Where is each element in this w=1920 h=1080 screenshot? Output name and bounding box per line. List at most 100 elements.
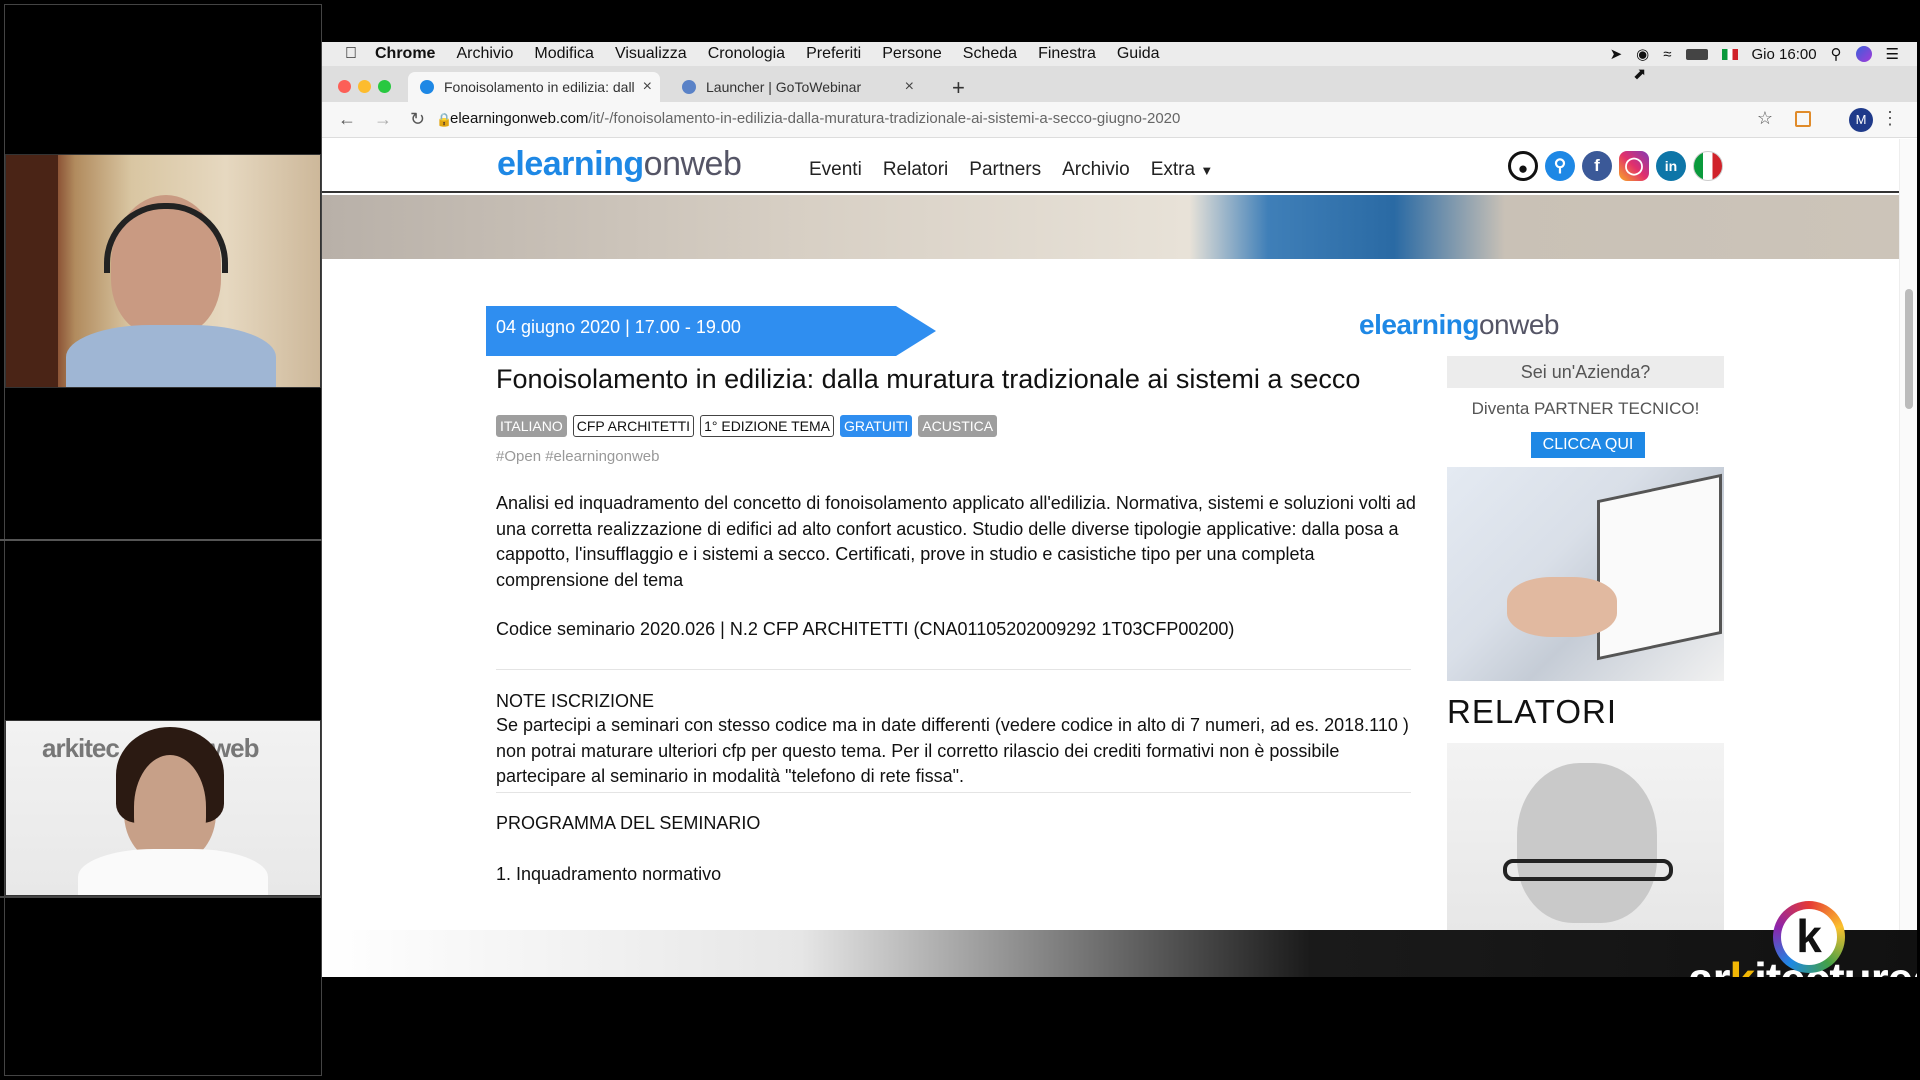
zoom-window-button[interactable] [378,80,391,93]
brand-part-c: onweb [1912,953,1917,977]
close-tab-icon[interactable]: × [905,78,914,96]
note-text: Se partecipi a seminari con stesso codic… [496,715,1409,786]
brand-part-a: ar [1688,953,1730,977]
site-logo[interactable]: elearningonweb [497,145,742,184]
hashtags: #Open #elearningonweb [496,448,660,465]
sidebar-logo[interactable]: elearningonweb [1359,309,1560,341]
profile-avatar[interactable]: M [1849,108,1873,132]
webcam-speaker-bottom: arkitec nweb [5,720,321,896]
menu-preferiti[interactable]: Preferiti [806,45,861,63]
tab-title: Launcher | GoToWebinar [706,79,862,95]
chrome-toolbar: ← → ↻ 🔒 elearningonweb.com/it/-/fonoisol… [322,102,1917,138]
telegram-status-icon[interactable]: ➤ [1610,45,1623,63]
wifi-icon[interactable]: ≈ [1663,46,1671,63]
person-face [134,755,206,859]
chrome-menu-icon[interactable]: ⋮ [1881,108,1899,129]
instagram-icon[interactable]: ◯ [1619,151,1649,181]
divider [496,669,1411,670]
nav-extra[interactable]: Extra ▼ [1151,159,1214,181]
close-window-button[interactable] [338,80,351,93]
laptop-image[interactable] [1447,467,1724,681]
reload-icon[interactable]: ↻ [410,109,425,130]
linkedin-icon[interactable]: in [1656,151,1686,181]
menu-visualizza[interactable]: Visualizza [615,45,687,63]
note-heading: NOTE ISCRIZIONE [496,691,655,711]
divider [496,792,1411,793]
webpage: elearningonweb Eventi Relatori Partners … [322,139,1899,977]
menu-cronologia[interactable]: Cronologia [708,45,785,63]
menu-app-name[interactable]: Chrome [375,45,435,63]
brand-overlay [322,930,1917,977]
speaker-head [1517,763,1657,923]
person-shirt [78,849,268,895]
language-italian-flag-icon[interactable] [1693,151,1723,181]
tag-acustica[interactable]: ACUSTICA [918,415,998,437]
clock[interactable]: Gio 16:00 [1752,46,1817,63]
webcam-divider-2 [0,896,322,898]
url-host: elearningonweb.com [450,110,589,127]
facebook-icon[interactable]: f [1582,151,1612,181]
mac-menubar:  Chrome Archivio Modifica Visualizza Cr… [322,42,1917,66]
spotlight-search-icon[interactable]: ⚲ [1831,45,1842,63]
tag-cfp-architetti[interactable]: CFP ARCHITETTI [572,415,695,437]
sidebar-question: Sei un'Azienda? [1447,356,1724,388]
chrome-tab-bar: Fonoisolamento in edilizia: dall × Launc… [322,66,1917,102]
page-scrollbar[interactable] [1899,139,1917,977]
minimize-window-button[interactable] [358,80,371,93]
forward-icon[interactable]: → [374,109,392,130]
nav-archivio[interactable]: Archivio [1062,159,1130,181]
event-title: Fonoisolamento in edilizia: dalla muratu… [496,364,1361,394]
gotowebinar-favicon-icon [682,80,696,94]
relatori-heading: RELATORI [1447,693,1617,730]
scrollbar-thumb[interactable] [1905,289,1913,409]
hero-image [322,195,1899,259]
logo-light: onweb [643,145,742,183]
menu-modifica[interactable]: Modifica [534,45,594,63]
sidebar-logo-light: onweb [1478,309,1560,340]
seminar-code: Codice seminario 2020.026 | N.2 CFP ARCH… [496,619,1235,639]
menu-guida[interactable]: Guida [1117,45,1160,63]
menu-finestra[interactable]: Finestra [1038,45,1096,63]
laptop-screen [1597,473,1722,661]
logo-bold: elearning [497,145,644,183]
new-tab-icon[interactable]: + [952,75,965,101]
caret-down-icon: ▼ [1200,163,1214,178]
back-icon[interactable]: ← [338,109,356,130]
creative-cloud-icon[interactable]: ◉ [1636,45,1649,63]
site-nav: Eventi Relatori Partners Archivio Extra … [809,159,1213,181]
tag-italiano[interactable]: ITALIANO [496,415,567,437]
italian-flag-icon[interactable] [1721,48,1738,60]
menu-persone[interactable]: Persone [882,45,942,63]
siri-icon[interactable] [1855,46,1872,62]
nav-eventi[interactable]: Eventi [809,159,862,181]
menu-scheda[interactable]: Scheda [963,45,1017,63]
nav-extra-label: Extra [1150,159,1196,180]
k-badge-letter: k [1781,909,1837,965]
event-description: Analisi ed inquadramento del concetto di… [496,493,1416,590]
tab-fonoisolamento[interactable]: Fonoisolamento in edilizia: dall × [408,72,660,102]
close-tab-icon[interactable]: × [643,78,652,96]
headphones-icon [104,203,228,273]
tag-gratuiti[interactable]: GRATUITI [840,415,913,437]
tab-gotowebinar[interactable]: Launcher | GoToWebinar × [670,72,922,102]
url-path: /it/-/fonoisolamento-in-edilizia-dalla-m… [588,110,1181,127]
hands [1507,577,1617,637]
sidebar-logo-bold: elearning [1359,309,1479,340]
program-item: 1. Inquadramento normativo [496,864,722,884]
notification-center-icon[interactable]: ☰ [1886,45,1899,63]
search-icon[interactable]: ⚲ [1545,151,1575,181]
user-account-icon[interactable]: ● [1508,151,1538,181]
clicca-qui-button[interactable]: CLICCA QUI [1531,432,1645,458]
menu-archivio[interactable]: Archivio [456,45,513,63]
bookmark-star-icon[interactable]: ☆ [1757,108,1773,129]
speaker-glasses [1503,859,1673,881]
address-bar[interactable]: elearningonweb.com/it/-/fonoisolamento-i… [450,110,1180,127]
tag-edizione[interactable]: 1° EDIZIONE TEMA [700,415,834,437]
k-badge-icon: k [1773,901,1845,973]
extension-icon[interactable] [1795,111,1811,127]
apple-icon[interactable]:  [345,45,357,63]
nav-partners[interactable]: Partners [969,159,1041,181]
webcam-speaker-top [5,154,321,388]
nav-relatori[interactable]: Relatori [883,159,948,181]
battery-icon[interactable] [1685,48,1708,60]
